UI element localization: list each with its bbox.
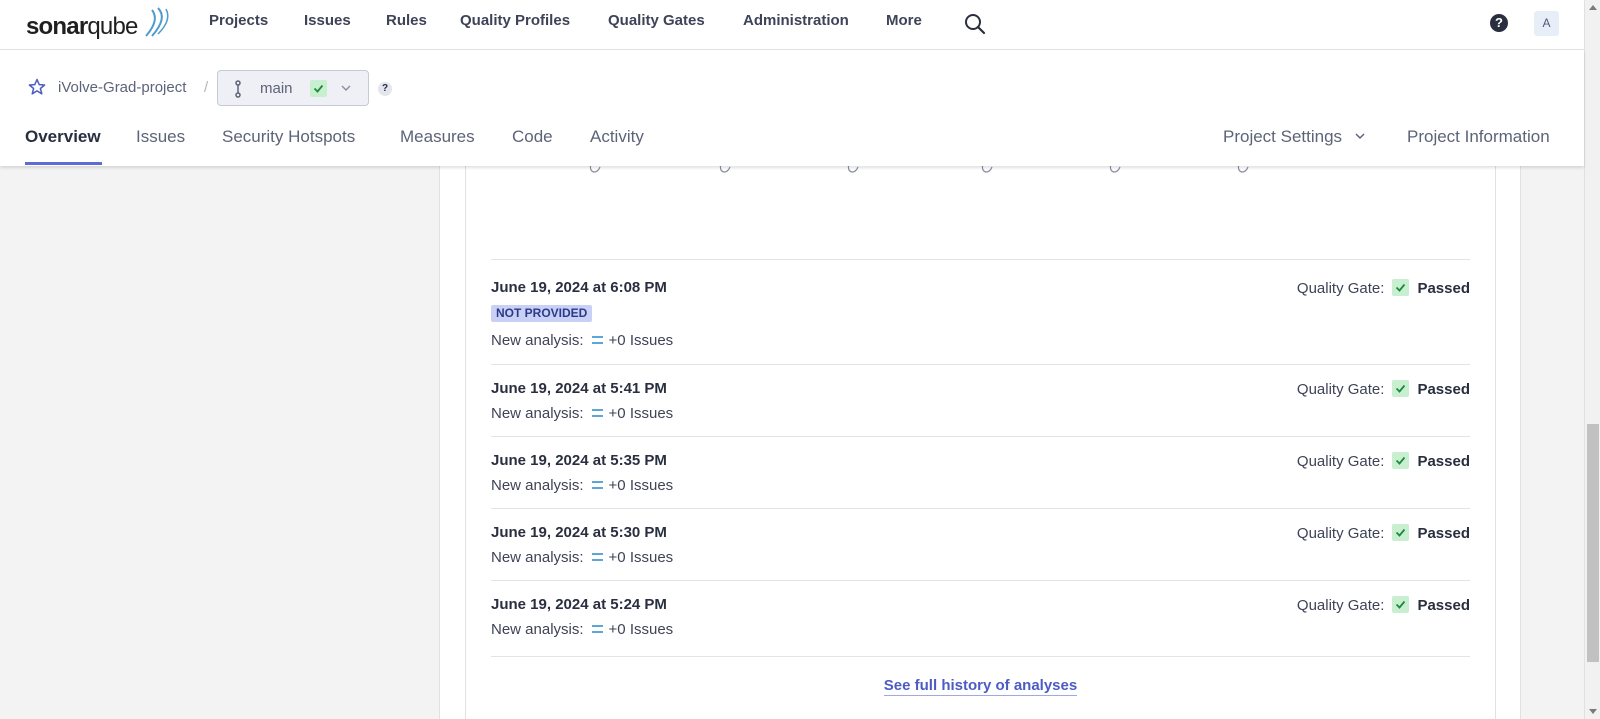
analysis-date: June 19, 2024 at 5:30 PM <box>491 524 667 541</box>
divider <box>491 580 1470 581</box>
equals-icon <box>591 553 603 562</box>
project-settings-menu[interactable]: Project Settings <box>1223 127 1367 147</box>
quality-gate-status: Quality Gate: Passed <box>1297 596 1470 614</box>
divider <box>491 259 1470 260</box>
chevron-down-icon <box>1355 133 1365 140</box>
scroll-down-arrow-icon[interactable] <box>1589 709 1597 714</box>
quality-gate-status: Quality Gate: Passed <box>1297 524 1470 542</box>
new-analysis-summary: New analysis: +0 Issues <box>491 549 673 566</box>
equals-icon <box>591 336 603 345</box>
right-gutter <box>1520 166 1584 719</box>
tab-code[interactable]: Code <box>512 127 553 147</box>
issues-delta: +0 Issues <box>608 332 674 349</box>
quality-gate-value: Passed <box>1417 525 1470 542</box>
global-nav: sonarqube Projects Issues Rules Quality … <box>0 0 1584 50</box>
logo-text-light: qube <box>87 13 138 40</box>
new-analysis-label: New analysis: <box>491 332 584 349</box>
quality-gate-value: Passed <box>1417 453 1470 470</box>
branch-icon <box>235 80 241 98</box>
tab-security-hotspots[interactable]: Security Hotspots <box>222 127 355 147</box>
quality-gate-value: Passed <box>1417 381 1470 398</box>
tab-issues[interactable]: Issues <box>136 127 185 147</box>
new-analysis-label: New analysis: <box>491 477 584 494</box>
check-icon <box>313 84 324 93</box>
nav-issues[interactable]: Issues <box>304 12 351 29</box>
quality-gate-label: Quality Gate: <box>1296 453 1385 470</box>
new-analysis-label: New analysis: <box>491 405 584 422</box>
logo-waves-icon <box>145 7 169 37</box>
new-analysis-summary: New analysis: +0 Issues <box>491 621 673 638</box>
avatar[interactable]: A <box>1534 11 1559 36</box>
issues-delta: +0 Issues <box>608 477 674 494</box>
check-icon <box>1392 279 1410 296</box>
scrollbar-thumb[interactable] <box>1587 424 1599 662</box>
issues-delta: +0 Issues <box>608 621 674 638</box>
branch-name: main <box>260 80 293 97</box>
quality-gate-label: Quality Gate: <box>1296 381 1385 398</box>
check-icon <box>1392 380 1410 397</box>
divider <box>491 656 1470 657</box>
version-badge: NOT PROVIDED <box>491 305 593 322</box>
new-analysis-summary: New analysis: +0 Issues <box>491 332 673 349</box>
branch-help-icon[interactable]: ? <box>378 82 392 96</box>
scroll-up-arrow-icon[interactable] <box>1589 5 1597 10</box>
quality-gate-status: Quality Gate: Passed <box>1297 279 1470 297</box>
left-column <box>0 166 440 719</box>
nav-rules[interactable]: Rules <box>386 12 427 29</box>
tab-activity[interactable]: Activity <box>590 127 644 147</box>
equals-icon <box>591 625 603 634</box>
analysis-date: June 19, 2024 at 6:08 PM <box>491 279 667 296</box>
see-full-history-link[interactable]: See full history of analyses <box>883 677 1078 696</box>
history-link-wrapper: See full history of analyses <box>465 677 1496 696</box>
help-icon[interactable]: ? <box>1490 14 1508 32</box>
tab-measures[interactable]: Measures <box>400 127 475 147</box>
star-icon[interactable] <box>28 78 46 96</box>
quality-gate-label: Quality Gate: <box>1296 597 1385 614</box>
quality-gate-status: Quality Gate: Passed <box>1297 452 1470 470</box>
active-tab-indicator <box>25 162 102 165</box>
project-settings-label: Project Settings <box>1223 127 1343 146</box>
check-icon <box>1392 524 1410 541</box>
project-information-link[interactable]: Project Information <box>1407 127 1550 147</box>
page-scrollbar[interactable] <box>1584 0 1600 719</box>
issues-delta: +0 Issues <box>608 549 674 566</box>
quality-gate-value: Passed <box>1417 280 1470 297</box>
chevron-down-icon <box>341 85 351 91</box>
equals-icon <box>591 481 603 490</box>
logo-text-bold: sonar <box>26 13 88 40</box>
analysis-date: June 19, 2024 at 5:35 PM <box>491 452 667 469</box>
new-analysis-label: New analysis: <box>491 549 584 566</box>
nav-administration[interactable]: Administration <box>743 12 849 29</box>
divider <box>491 364 1470 365</box>
new-analysis-summary: New analysis: +0 Issues <box>491 477 673 494</box>
analysis-date: June 19, 2024 at 5:24 PM <box>491 596 667 613</box>
nav-quality-profiles[interactable]: Quality Profiles <box>460 12 570 29</box>
equals-icon <box>591 409 603 418</box>
nav-more[interactable]: More <box>886 12 922 29</box>
new-analysis-summary: New analysis: +0 Issues <box>491 405 673 422</box>
project-name-link[interactable]: iVolve-Grad-project <box>58 79 186 96</box>
search-icon[interactable] <box>964 13 986 35</box>
check-icon <box>1392 452 1410 469</box>
divider <box>491 508 1470 509</box>
nav-projects[interactable]: Projects <box>209 12 268 29</box>
quality-gate-label: Quality Gate: <box>1296 525 1385 542</box>
nav-quality-gates[interactable]: Quality Gates <box>608 12 705 29</box>
project-header: iVolve-Grad-project / main ? Overview Is… <box>0 50 1584 166</box>
check-icon <box>1392 596 1410 613</box>
sonarqube-logo[interactable]: sonarqube <box>26 6 169 40</box>
divider <box>491 436 1470 437</box>
analysis-date: June 19, 2024 at 5:41 PM <box>491 380 667 397</box>
quality-gate-value: Passed <box>1417 597 1470 614</box>
breadcrumb-separator: / <box>204 79 209 96</box>
branch-status-badge <box>310 80 327 97</box>
branch-selector[interactable]: main <box>217 70 369 106</box>
quality-gate-label: Quality Gate: <box>1296 280 1385 297</box>
issues-delta: +0 Issues <box>608 405 674 422</box>
tab-overview[interactable]: Overview <box>25 127 101 147</box>
quality-gate-status: Quality Gate: Passed <box>1297 380 1470 398</box>
new-analysis-label: New analysis: <box>491 621 584 638</box>
